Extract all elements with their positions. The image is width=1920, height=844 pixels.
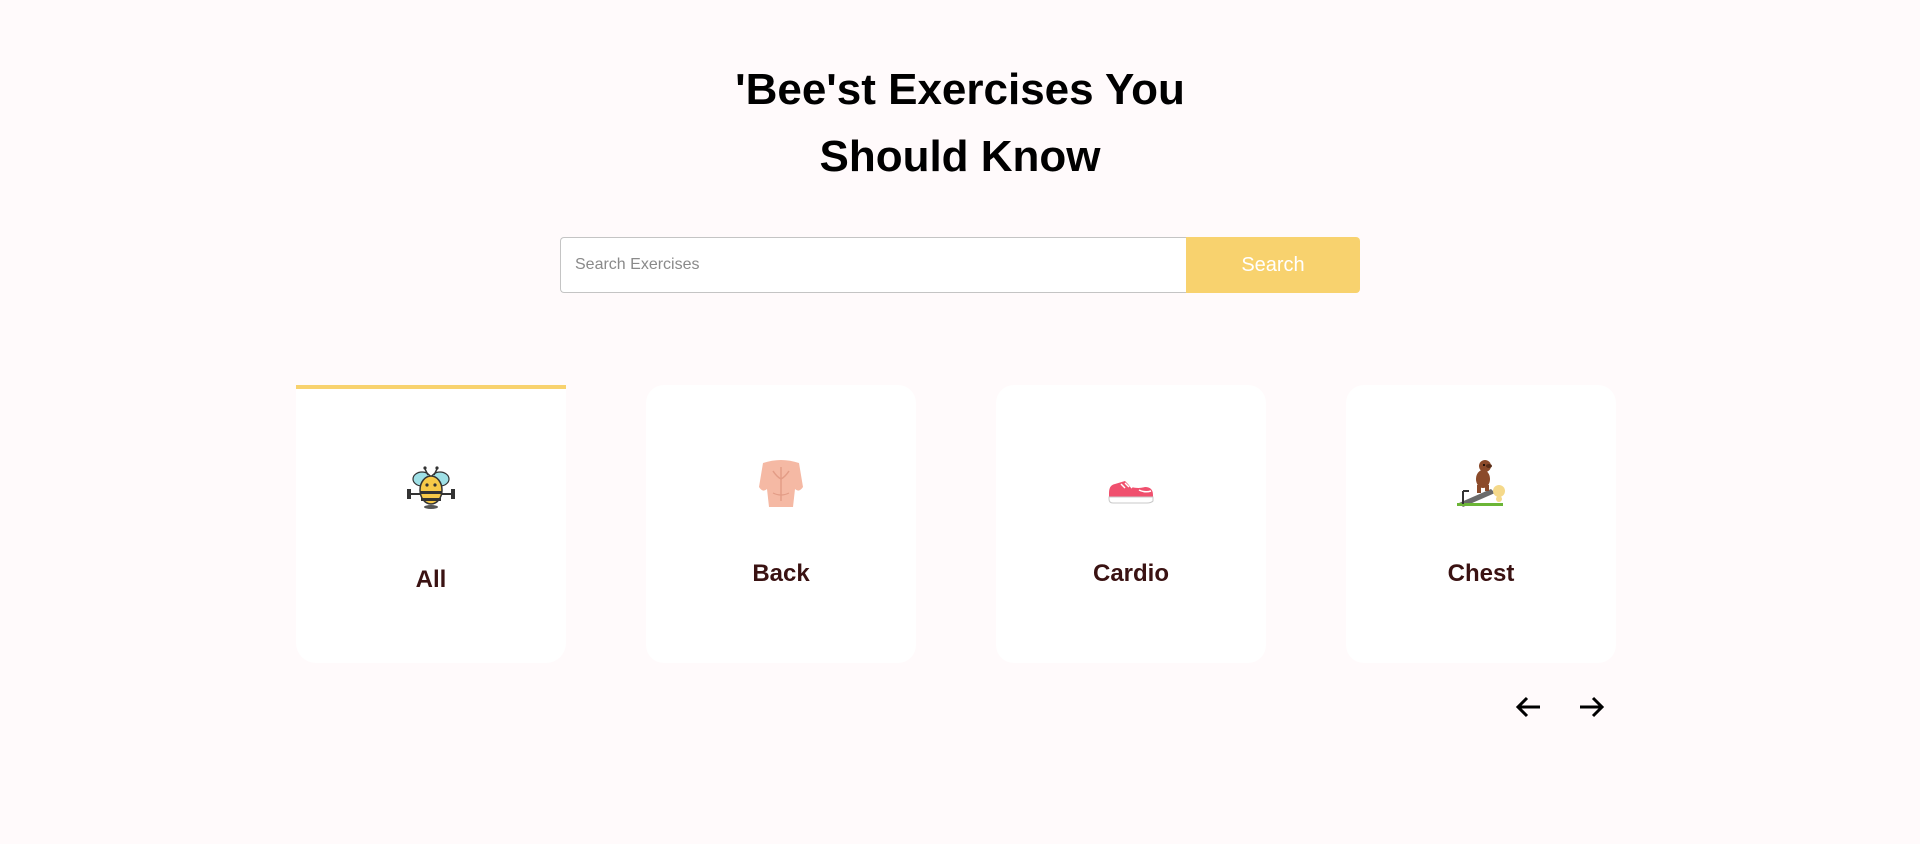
- search-input[interactable]: [560, 237, 1186, 293]
- category-label: All: [415, 566, 447, 593]
- back-torso-icon: [755, 457, 807, 509]
- category-label: Cardio: [1092, 560, 1169, 587]
- arrow-right-icon[interactable]: [1574, 690, 1610, 724]
- carousel-nav: [1510, 690, 1610, 724]
- page-title-line-1: 'Bee'st Exercises You: [735, 65, 1185, 114]
- category-card-chest[interactable]: Chest: [1346, 385, 1616, 663]
- category-card-cardio[interactable]: Cardio: [996, 385, 1266, 663]
- running-shoe-icon: [1105, 457, 1157, 509]
- category-card-back[interactable]: Back: [646, 385, 916, 663]
- dog-treadmill-icon: [1455, 457, 1507, 509]
- page: 'Bee'st Exercises You Should Know Search: [0, 0, 1920, 844]
- search-button[interactable]: Search: [1186, 237, 1360, 293]
- page-title: 'Bee'st Exercises You Should Know: [0, 56, 1920, 190]
- category-carousel: All Back Cardio Chest: [296, 385, 1616, 665]
- search-bar: Search: [560, 237, 1360, 293]
- arrow-left-icon[interactable]: [1510, 690, 1546, 724]
- category-label: Back: [752, 560, 810, 587]
- category-card-all[interactable]: All: [296, 385, 566, 663]
- category-label: Chest: [1447, 560, 1515, 587]
- bee-dumbbell-icon: [405, 461, 457, 513]
- page-title-line-2: Should Know: [819, 132, 1101, 181]
